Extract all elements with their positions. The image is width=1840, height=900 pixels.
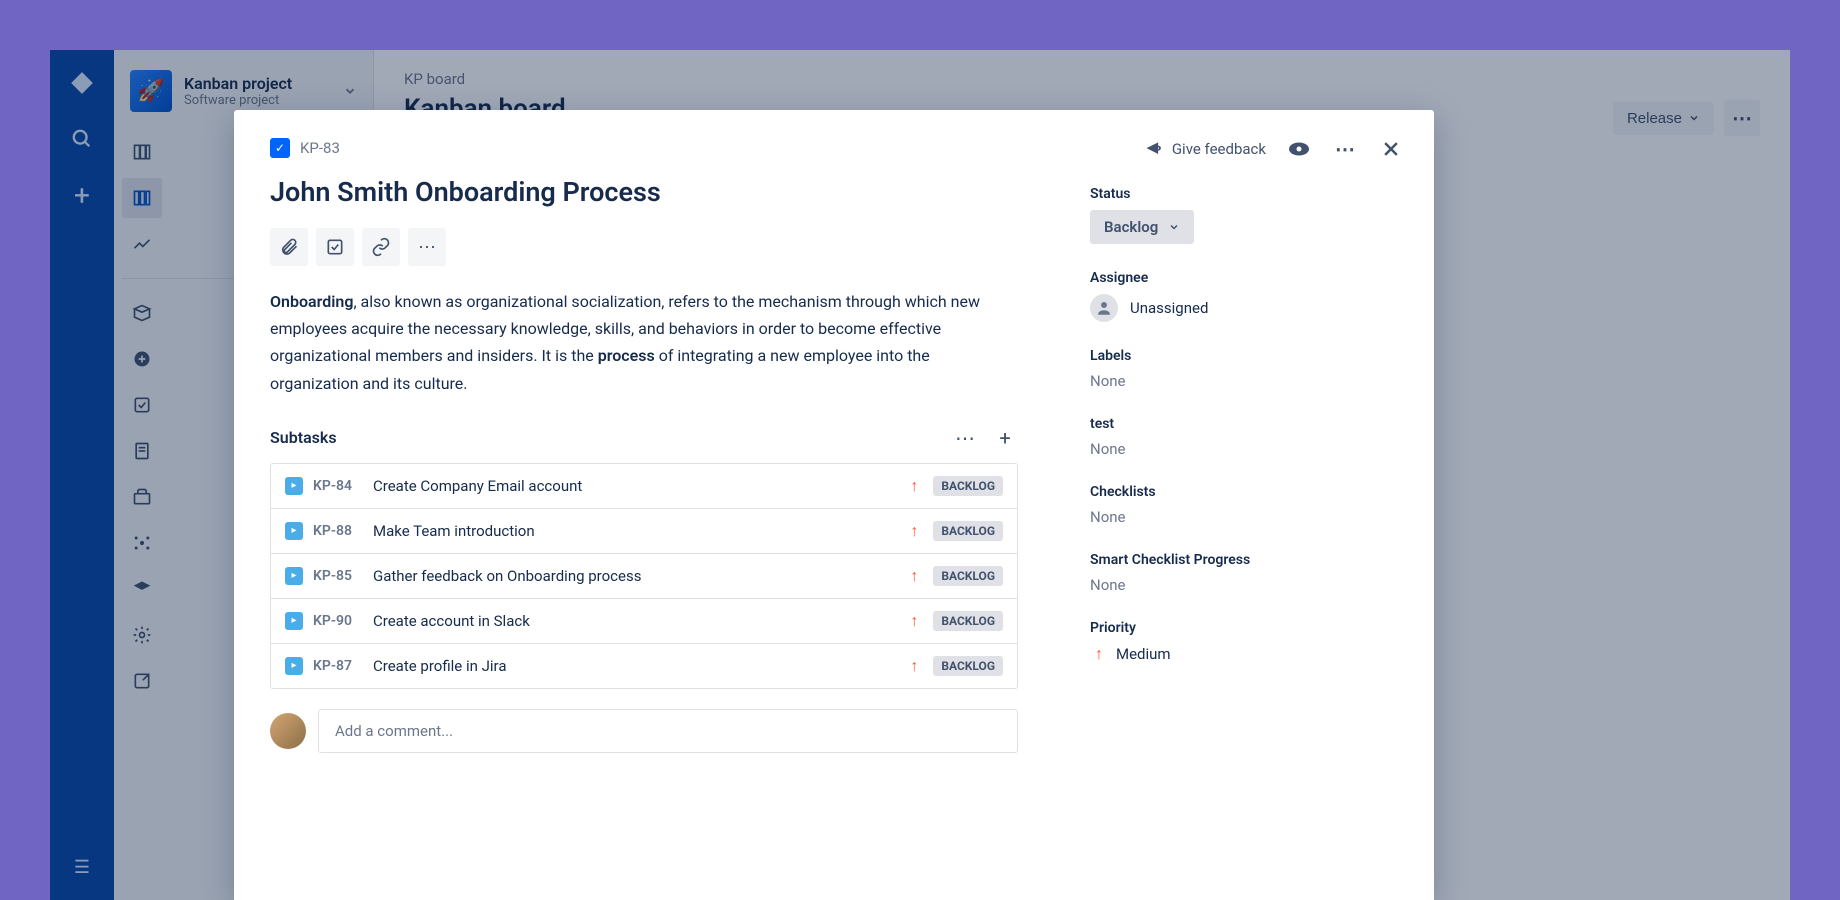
breadcrumb[interactable]: KP board	[404, 70, 1760, 88]
priority-arrow-icon: ↑	[905, 521, 923, 541]
subtask-row[interactable]: ▸ KP-85 Gather feedback on Onboarding proc…	[271, 554, 1017, 599]
project-avatar-icon: 🚀	[130, 70, 172, 112]
priority-arrow-icon: ↑	[905, 611, 923, 631]
search-icon[interactable]	[69, 126, 95, 152]
subtask-type-icon: ▸	[285, 657, 303, 675]
sidebar-item-releases[interactable]	[122, 293, 162, 333]
checklists-value[interactable]: None	[1090, 508, 1398, 526]
sidebar-item-roadmap[interactable]	[122, 132, 162, 172]
subtasks-heading: Subtasks	[270, 428, 952, 447]
sidebar-item-components[interactable]	[122, 477, 162, 517]
more-actions-button[interactable]: ⋯	[1724, 100, 1760, 136]
create-icon[interactable]: +	[69, 182, 95, 208]
checklists-label: Checklists	[1090, 484, 1398, 500]
issue-description[interactable]: Onboarding, also known as organizational…	[270, 288, 1018, 397]
add-subtask-icon[interactable]: +	[992, 425, 1018, 451]
unassigned-avatar-icon	[1090, 294, 1118, 322]
priority-arrow-icon: ↑	[905, 656, 923, 676]
issue-dialog: ✓ KP-83 John Smith Onboarding Process ⋯ …	[234, 110, 1434, 900]
give-feedback-button[interactable]: Give feedback	[1144, 139, 1266, 159]
subtask-status-badge[interactable]: BACKLOG	[933, 476, 1003, 496]
status-dropdown[interactable]: Backlog	[1090, 210, 1194, 244]
chevron-down-icon	[343, 84, 357, 98]
test-value[interactable]: None	[1090, 440, 1398, 458]
issue-type-icon: ✓	[270, 138, 290, 158]
issue-title[interactable]: John Smith Onboarding Process	[270, 176, 1018, 208]
priority-arrow-icon: ↑	[905, 566, 923, 586]
issue-key-link[interactable]: KP-83	[300, 139, 340, 157]
project-type: Software project	[184, 93, 331, 108]
priority-label: Priority	[1090, 620, 1398, 636]
project-name: Kanban project	[184, 74, 331, 93]
product-logo-icon[interactable]	[69, 70, 95, 96]
subtask-title[interactable]: Make Team introduction	[373, 522, 895, 540]
watch-icon[interactable]	[1286, 136, 1312, 162]
comment-input[interactable]: Add a comment...	[318, 709, 1018, 753]
add-child-button[interactable]	[316, 228, 354, 266]
menu-icon[interactable]: ☰	[69, 854, 95, 880]
user-avatar	[270, 713, 306, 749]
close-icon[interactable]	[1378, 136, 1404, 162]
subtask-key[interactable]: KP-90	[313, 613, 363, 629]
subtask-title[interactable]: Create profile in Jira	[373, 657, 895, 675]
subtask-type-icon: ▸	[285, 567, 303, 585]
sidebar-item-issues[interactable]	[122, 385, 162, 425]
assignee-field[interactable]: Unassigned	[1090, 294, 1398, 322]
priority-arrow-icon: ↑	[905, 476, 923, 496]
smart-checklist-value[interactable]: None	[1090, 576, 1398, 594]
subtask-row[interactable]: ▸ KP-90 Create account in Slack ↑ BACKLOG	[271, 599, 1017, 644]
sidebar-item-add[interactable]	[122, 339, 162, 379]
subtask-row[interactable]: ▸ KP-84 Create Company Email account ↑ BACKL…	[271, 464, 1017, 509]
subtask-type-icon: ▸	[285, 522, 303, 540]
assignee-label: Assignee	[1090, 270, 1398, 286]
subtask-key[interactable]: KP-85	[313, 568, 363, 584]
subtask-type-icon: ▸	[285, 477, 303, 495]
sidebar-item-graph[interactable]	[122, 523, 162, 563]
sidebar-item-learn[interactable]	[122, 569, 162, 609]
test-label: test	[1090, 416, 1398, 432]
priority-arrow-icon: ↑	[1090, 644, 1108, 664]
subtask-key[interactable]: KP-87	[313, 658, 363, 674]
link-button[interactable]	[362, 228, 400, 266]
subtask-title[interactable]: Create account in Slack	[373, 612, 895, 630]
subtask-status-badge[interactable]: BACKLOG	[933, 566, 1003, 586]
priority-field[interactable]: ↑ Medium	[1090, 644, 1398, 664]
labels-label: Labels	[1090, 348, 1398, 364]
subtask-status-badge[interactable]: BACKLOG	[933, 656, 1003, 676]
subtask-key[interactable]: KP-84	[313, 478, 363, 494]
subtask-list: ▸ KP-84 Create Company Email account ↑ BACKL…	[270, 463, 1018, 689]
subtask-status-badge[interactable]: BACKLOG	[933, 521, 1003, 541]
subtask-row[interactable]: ▸ KP-87 Create profile in Jira ↑ BACKLOG	[271, 644, 1017, 688]
sidebar-item-shortcut[interactable]	[122, 661, 162, 701]
status-label: Status	[1090, 186, 1398, 202]
sidebar-item-board[interactable]	[122, 178, 162, 218]
subtask-title[interactable]: Gather feedback on Onboarding process	[373, 567, 895, 585]
subtask-title[interactable]: Create Company Email account	[373, 477, 895, 495]
subtask-status-badge[interactable]: BACKLOG	[933, 611, 1003, 631]
attach-button[interactable]	[270, 228, 308, 266]
more-tools-button[interactable]: ⋯	[408, 228, 446, 266]
subtask-key[interactable]: KP-88	[313, 523, 363, 539]
labels-value[interactable]: None	[1090, 372, 1398, 390]
global-nav: + ☰	[50, 50, 114, 900]
sidebar-item-reports[interactable]	[122, 224, 162, 264]
smart-checklist-label: Smart Checklist Progress	[1090, 552, 1398, 568]
sidebar-item-settings[interactable]	[122, 615, 162, 655]
subtask-row[interactable]: ▸ KP-88 Make Team introduction ↑ BACKLOG	[271, 509, 1017, 554]
subtasks-more-icon[interactable]: ⋯	[952, 425, 978, 451]
sidebar-item-pages[interactable]	[122, 431, 162, 471]
subtask-type-icon: ▸	[285, 612, 303, 630]
more-icon[interactable]: ⋯	[1332, 136, 1358, 162]
release-button[interactable]: Release	[1613, 102, 1714, 135]
